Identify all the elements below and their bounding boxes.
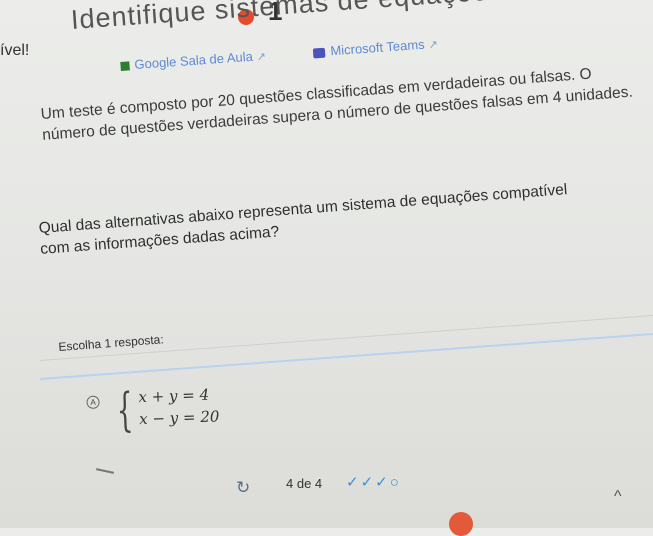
page-title: Identifique sistemas de equações do 1 <box>70 0 569 35</box>
microsoft-teams-label: Microsoft Teams <box>329 36 426 59</box>
classroom-icon <box>120 61 130 72</box>
refresh-icon[interactable]: ↻ <box>236 478 250 498</box>
teams-icon <box>313 47 326 59</box>
equation-2: x − y = 20 <box>138 407 220 429</box>
external-link-icon: ↗ <box>256 50 267 64</box>
external-link-icon: ↗ <box>428 38 439 52</box>
microsoft-teams-link[interactable]: Microsoft Teams ↗ <box>313 36 438 60</box>
question-text: Qual das alternativas abaixo representa … <box>38 181 568 258</box>
google-classroom-link[interactable]: Google Sala de Aula ↗ <box>120 48 270 73</box>
brace-icon: { <box>115 382 134 437</box>
problem-statement: Um teste é composto por 20 questões clas… <box>40 65 634 144</box>
chevron-up-icon[interactable]: ^ <box>614 488 622 506</box>
page-counter: 4 de 4 <box>286 476 323 491</box>
option-letter-badge[interactable]: A <box>86 395 100 409</box>
level-label: ível! <box>0 42 30 59</box>
google-classroom-label: Google Sala de Aula <box>133 48 254 72</box>
share-links: Google Sala de Aula ↗ Microsoft Teams ↗ <box>120 33 482 73</box>
action-button[interactable] <box>449 512 473 536</box>
partial-option-mark <box>95 468 115 474</box>
progress-marks: ✓✓✓○ <box>346 474 401 491</box>
choose-answer-label: Escolha 1 resposta: <box>58 332 165 354</box>
answer-option-a[interactable]: A { x + y = 4 x − y = 20 <box>86 379 288 446</box>
equation-1: x + y = 4 <box>138 385 210 407</box>
